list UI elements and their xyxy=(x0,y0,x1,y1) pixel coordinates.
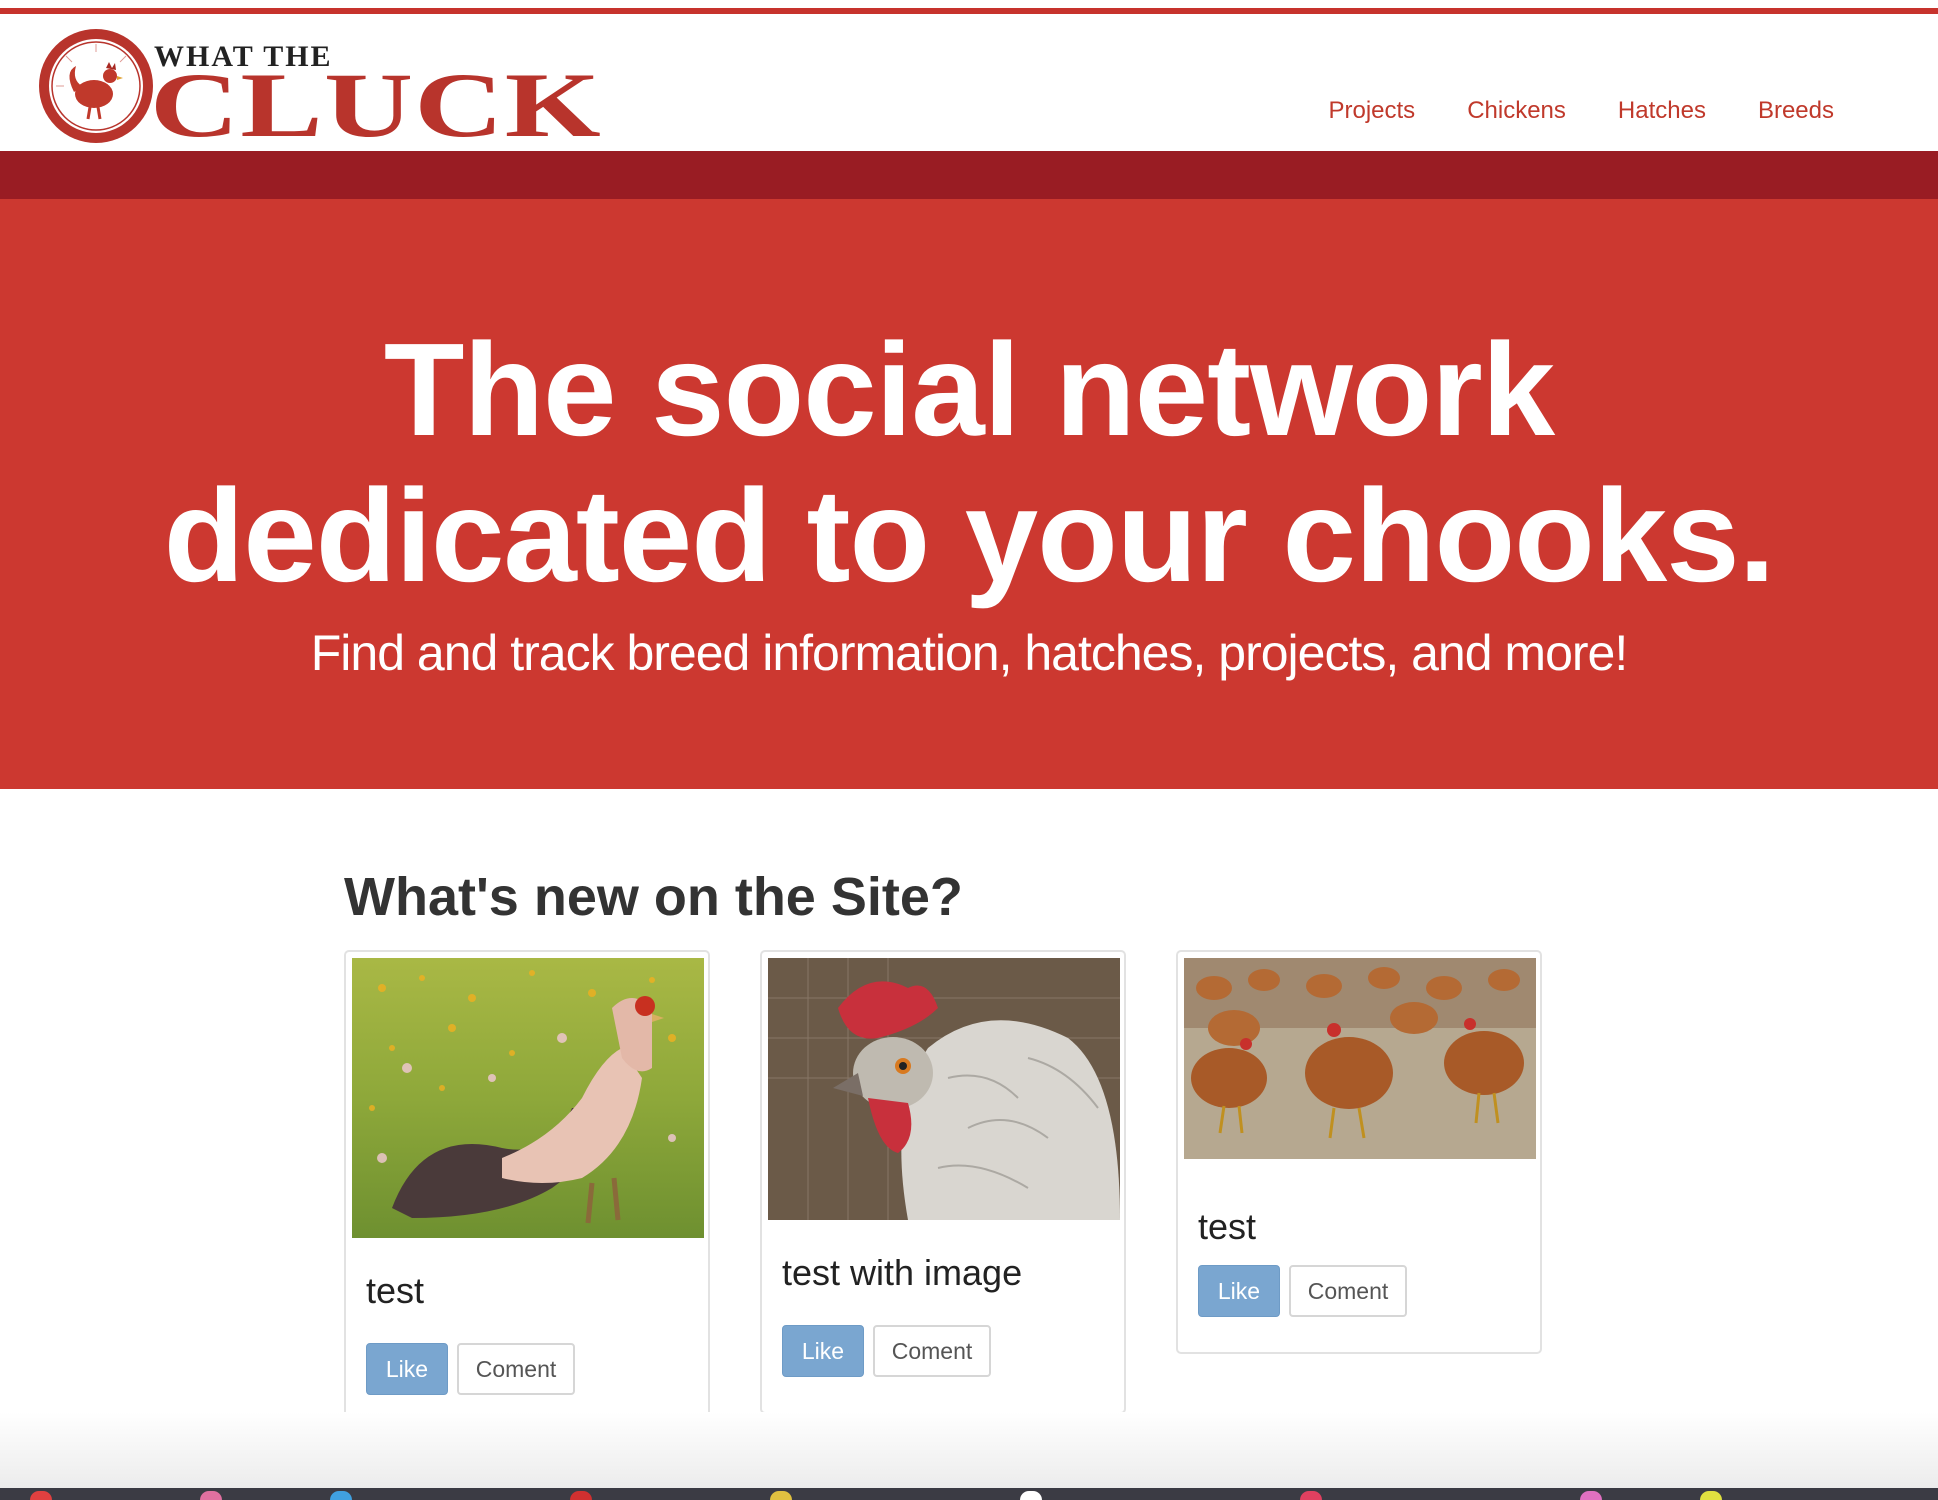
header-band xyxy=(0,151,1938,199)
dock-app-icon[interactable] xyxy=(1300,1491,1322,1500)
dock-app-icon[interactable] xyxy=(1020,1491,1042,1500)
hero-title-line2: dedicated to your chooks. xyxy=(163,462,1776,609)
post-card: test Like Coment xyxy=(344,950,710,1429)
hero-banner: The social network dedicated to your cho… xyxy=(0,199,1938,789)
main-nav: Projects Chickens Hatches Breeds xyxy=(1328,97,1834,125)
dock-app-icon[interactable] xyxy=(1700,1491,1722,1500)
dock-app-icon[interactable] xyxy=(30,1491,52,1500)
comment-button[interactable]: Coment xyxy=(1289,1265,1407,1317)
hero-title-line1: The social network xyxy=(383,316,1555,463)
dock-app-icon[interactable] xyxy=(570,1491,592,1500)
like-button[interactable]: Like xyxy=(782,1325,864,1377)
post-image-hens[interactable] xyxy=(1184,958,1536,1159)
nav-item-hatches[interactable]: Hatches xyxy=(1618,97,1706,125)
like-button[interactable]: Like xyxy=(366,1343,448,1395)
feed-heading: What's new on the Site? xyxy=(344,867,963,927)
comment-button[interactable]: Coment xyxy=(457,1343,575,1395)
rooster-photo xyxy=(352,958,704,1238)
post-image-frizzle[interactable] xyxy=(768,958,1120,1220)
post-title: test xyxy=(366,1270,425,1311)
dock-app-icon[interactable] xyxy=(330,1491,352,1500)
logo-wordmark: CLUCK xyxy=(150,54,602,150)
dock-app-icon[interactable] xyxy=(1580,1491,1602,1500)
like-button[interactable]: Like xyxy=(1198,1265,1280,1317)
post-card: test Like Coment xyxy=(1176,950,1542,1354)
nav-item-chickens[interactable]: Chickens xyxy=(1467,97,1566,125)
hero-subtitle: Find and track breed information, hatche… xyxy=(310,625,1629,681)
dock-app-icon[interactable] xyxy=(770,1491,792,1500)
post-title: test with image xyxy=(782,1252,1023,1293)
os-dock xyxy=(0,1488,1938,1500)
post-title: test xyxy=(1198,1206,1257,1247)
site-header: WHAT THE CLUCK Projects Chickens Hatches… xyxy=(0,14,1938,151)
post-image-rooster[interactable] xyxy=(352,958,704,1238)
dock-app-icon[interactable] xyxy=(200,1491,222,1500)
post-card: test with image Like Coment xyxy=(760,950,1126,1414)
hens-photo xyxy=(1184,958,1536,1159)
nav-item-breeds[interactable]: Breeds xyxy=(1758,97,1834,125)
comment-button[interactable]: Coment xyxy=(873,1325,991,1377)
logo-graphic: WHAT THE CLUCK xyxy=(39,29,602,150)
nav-item-projects[interactable]: Projects xyxy=(1328,97,1415,125)
site-logo[interactable]: WHAT THE CLUCK xyxy=(36,22,606,150)
page-bottom-fade xyxy=(0,1412,1938,1488)
hero-title: The social network dedicated to your cho… xyxy=(0,317,1938,609)
frizzle-photo xyxy=(768,958,1120,1220)
